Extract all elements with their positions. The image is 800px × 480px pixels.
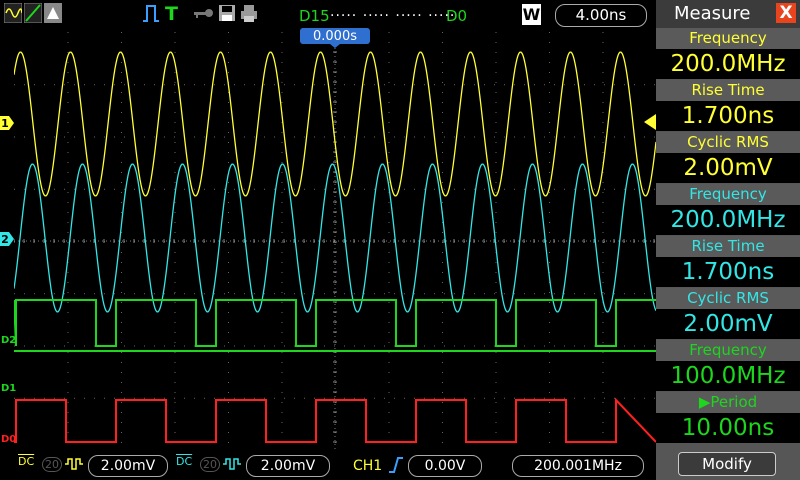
trigger-frequency: 200.001MHz <box>512 455 644 477</box>
ch2-bw-limit[interactable]: 20 <box>200 457 220 472</box>
measure-panel: Measure X Frequency 200.0MHz Rise Time 1.70… <box>656 0 800 480</box>
run-pulse-icon[interactable] <box>142 3 160 23</box>
trigger-label[interactable]: T <box>165 3 178 25</box>
measure-value: 1.700ns <box>656 257 800 287</box>
measure-label: ▶Period <box>656 392 800 413</box>
trigger-source[interactable]: CH1 <box>353 458 382 474</box>
measure-label: Rise Time <box>656 80 800 101</box>
measure-panel-header: Measure X <box>656 0 800 28</box>
rising-edge-icon[interactable] <box>388 456 404 474</box>
ch1-marker[interactable]: 1 <box>0 116 14 130</box>
d0-label: D0 <box>1 434 17 445</box>
waveform-screen[interactable] <box>14 32 656 450</box>
logic-channel-dots: ····· ····· ····· ····· <box>330 8 456 24</box>
ch1-bw-limit[interactable]: 20 <box>42 457 62 472</box>
ch2-invert-icon[interactable] <box>222 457 242 471</box>
save-icon[interactable] <box>218 3 236 23</box>
d1-label: D1 <box>1 383 17 394</box>
measure-value: 2.00mV <box>656 153 800 183</box>
trigger-offset-text: 0.000s <box>313 29 357 44</box>
print-icon[interactable] <box>240 3 258 23</box>
ramp-icon[interactable] <box>24 3 42 23</box>
trigger-offset-marker[interactable]: 0.000s <box>300 28 370 48</box>
measure-value: 1.700ns <box>656 101 800 131</box>
measure-label: Frequency <box>656 28 800 49</box>
window-badge[interactable]: W <box>522 4 541 25</box>
svg-text:1: 1 <box>1 117 9 130</box>
ch1-coupling[interactable]: DC <box>18 455 34 468</box>
measure-label: Cyclic RMS <box>656 288 800 309</box>
logic-start-label: D15 <box>299 7 330 25</box>
measure-title: Measure <box>674 3 751 24</box>
key-icon[interactable] <box>192 3 214 23</box>
wave-display-icon[interactable] <box>4 3 22 23</box>
trigger-level[interactable]: 0.00V <box>408 455 482 477</box>
measure-label: Rise Time <box>656 236 800 257</box>
ch1-scale[interactable]: 2.00mV <box>88 455 168 477</box>
measure-value: 100.0MHz <box>656 361 800 391</box>
ch2-marker[interactable]: 2 <box>0 232 14 246</box>
bottom-status-bar: DC 20 2.00mV DC 20 2.00mV CH1 0.00V 200.… <box>0 451 655 480</box>
d2-label: D2 <box>1 335 17 346</box>
persistence-icon[interactable] <box>44 3 62 23</box>
ch2-scale[interactable]: 2.00mV <box>246 455 330 477</box>
ch1-invert-icon[interactable] <box>64 457 84 471</box>
trigger-level-marker[interactable] <box>642 114 656 130</box>
top-toolbar: T D15 ····· ····· ····· ····· D0 W 4.00n… <box>0 0 655 30</box>
measure-value: 10.00ns <box>656 413 800 443</box>
measure-label: Cyclic RMS <box>656 132 800 153</box>
measure-label: Frequency <box>656 340 800 361</box>
measure-label: Frequency <box>656 184 800 205</box>
ch2-coupling[interactable]: DC <box>176 455 192 468</box>
measure-value: 200.0MHz <box>656 205 800 235</box>
timebase-readout[interactable]: 4.00ns <box>555 4 647 27</box>
close-button[interactable]: X <box>776 3 796 23</box>
logic-end-label: D0 <box>446 7 468 25</box>
measure-value: 200.0MHz <box>656 49 800 79</box>
modify-button[interactable]: Modify <box>678 452 776 476</box>
measure-value: 2.00mV <box>656 309 800 339</box>
svg-text:2: 2 <box>1 233 9 246</box>
